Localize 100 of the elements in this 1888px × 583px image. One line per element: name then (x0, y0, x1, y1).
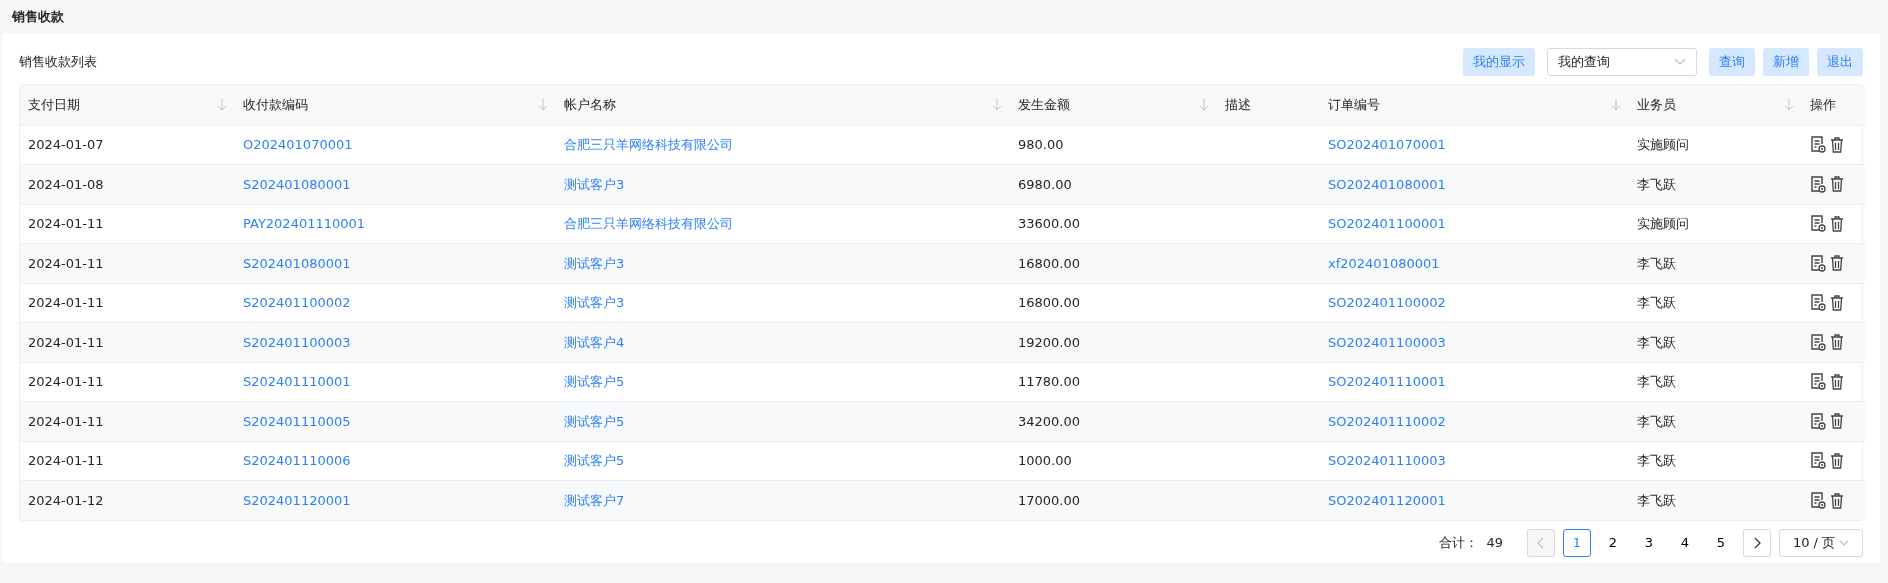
table-cell: 李飞跃 (1637, 295, 1676, 310)
column-header: 描述 (1225, 96, 1251, 114)
column-header: 帐户名称 (564, 96, 616, 114)
column-header: 支付日期 (28, 96, 80, 114)
table-cell: 16800.00 (1018, 255, 1081, 271)
delete-icon[interactable] (1830, 255, 1844, 272)
table-cell: 2024-01-11 (28, 413, 104, 429)
table-cell: 李飞跃 (1637, 334, 1676, 350)
column-header: 订单编号 (1328, 96, 1380, 114)
page-size-select[interactable]: 10 / 页 (1779, 529, 1863, 557)
chevron-right-icon (1753, 537, 1761, 549)
query-select[interactable]: 我的查询 (1547, 48, 1697, 76)
table-link[interactable]: SO202401120001 (1328, 492, 1446, 508)
delete-icon[interactable] (1830, 492, 1844, 509)
table-link[interactable]: SO202401100002 (1328, 295, 1446, 310)
delete-icon[interactable] (1830, 373, 1844, 390)
table-cell: 980.00 (1018, 137, 1064, 152)
table-link[interactable]: 测试客户3 (564, 295, 625, 310)
view-document-icon[interactable] (1810, 412, 1826, 430)
table-cell: 2024-01-12 (28, 492, 104, 508)
table-cell: 2024-01-11 (28, 216, 104, 231)
table-link[interactable]: S202401080001 (243, 255, 351, 271)
table-link[interactable]: 合肥三只羊网络科技有限公司 (564, 216, 733, 231)
table-link[interactable]: S202401110001 (243, 374, 351, 389)
table-link[interactable]: 测试客户4 (564, 334, 625, 350)
table-cell: 2024-01-11 (28, 453, 104, 468)
view-document-icon[interactable] (1810, 333, 1826, 351)
delete-icon[interactable] (1830, 176, 1844, 193)
column-header: 发生金额 (1018, 96, 1070, 114)
table-cell: 2024-01-11 (28, 295, 104, 310)
view-document-icon[interactable] (1810, 294, 1826, 312)
view-document-icon[interactable] (1810, 492, 1826, 509)
table-link[interactable]: 测试客户7 (564, 492, 625, 508)
table-link[interactable]: 测试客户3 (564, 255, 625, 271)
table-link[interactable]: S202401080001 (243, 176, 351, 192)
total-count: 49 (1486, 534, 1503, 553)
chevron-left-icon (1537, 537, 1545, 549)
column-header: 收付款编码 (243, 96, 308, 114)
view-document-icon[interactable] (1810, 175, 1826, 193)
table-cell: 李飞跃 (1637, 176, 1676, 192)
column-header: 操作 (1810, 96, 1836, 114)
table-link[interactable]: 测试客户3 (564, 176, 625, 192)
caret-icon (1674, 58, 1686, 66)
table-cell: 2024-01-11 (28, 255, 104, 271)
view-document-icon[interactable] (1810, 373, 1826, 391)
delete-icon[interactable] (1830, 334, 1844, 351)
table-link[interactable]: S202401110006 (243, 453, 351, 468)
page-title: 销售收款 (10, 8, 65, 26)
table-cell: 李飞跃 (1637, 453, 1676, 468)
display-button[interactable]: 我的显示 (1463, 48, 1535, 76)
table-link[interactable]: SO202401080001 (1328, 176, 1446, 192)
table-link[interactable]: 测试客户5 (564, 413, 625, 429)
page-button[interactable]: 1 (1563, 529, 1591, 557)
table-link[interactable]: SO202401070001 (1328, 137, 1446, 152)
table-cell: 实施顾问 (1637, 216, 1689, 231)
caret-icon (1839, 539, 1850, 547)
delete-icon[interactable] (1830, 215, 1844, 232)
table-cell: 1000.00 (1018, 453, 1072, 468)
table-link[interactable]: 测试客户5 (564, 453, 625, 468)
table-cell: 李飞跃 (1637, 255, 1676, 271)
table-cell: 2024-01-07 (28, 137, 104, 152)
table-cell: 李飞跃 (1637, 374, 1676, 389)
table-cell: 2024-01-11 (28, 334, 104, 350)
delete-icon[interactable] (1830, 136, 1844, 153)
table-link[interactable]: SO202401110002 (1328, 413, 1446, 429)
table-cell: 11780.00 (1018, 374, 1081, 389)
list-title: 销售收款列表 (19, 53, 97, 72)
table-link[interactable]: S202401120001 (243, 492, 351, 508)
table-cell: 李飞跃 (1637, 413, 1676, 429)
table-link[interactable]: O202401070001 (243, 137, 353, 152)
table-link[interactable]: SO202401110003 (1328, 453, 1446, 468)
add-button[interactable]: 新增 (1763, 48, 1809, 76)
table-cell: 33600.00 (1018, 216, 1081, 231)
table-link[interactable]: SO202401100003 (1328, 334, 1446, 350)
table-cell: 实施顾问 (1637, 137, 1689, 152)
delete-icon[interactable] (1830, 294, 1844, 311)
exit-button[interactable]: 退出 (1817, 48, 1863, 76)
table-cell: 34200.00 (1018, 413, 1081, 429)
table-cell: 李飞跃 (1637, 492, 1676, 508)
view-document-icon[interactable] (1810, 254, 1826, 272)
table-cell: 2024-01-08 (28, 176, 104, 192)
table-link[interactable]: SO202401110001 (1328, 374, 1446, 389)
table-cell: 6980.00 (1018, 176, 1072, 192)
table-cell: 17000.00 (1018, 492, 1081, 508)
delete-icon[interactable] (1830, 413, 1844, 430)
view-document-icon[interactable] (1810, 215, 1826, 233)
table-link[interactable]: PAY202401110001 (243, 216, 366, 231)
table-link[interactable]: xf202401080001 (1328, 255, 1440, 271)
table-cell: 19200.00 (1018, 334, 1081, 350)
view-document-icon[interactable] (1810, 452, 1826, 470)
total-label: 合计： (1439, 534, 1479, 553)
table-link[interactable]: S202401100002 (243, 295, 351, 310)
table-link[interactable]: S202401110005 (243, 413, 351, 429)
table-link[interactable]: S202401100003 (243, 334, 351, 350)
view-document-icon[interactable] (1810, 136, 1826, 154)
delete-icon[interactable] (1830, 452, 1844, 469)
table-link[interactable]: 测试客户5 (564, 374, 625, 389)
table-link[interactable]: SO202401100001 (1328, 216, 1446, 231)
query-button[interactable]: 查询 (1709, 48, 1755, 76)
table-link[interactable]: 合肥三只羊网络科技有限公司 (564, 137, 733, 152)
